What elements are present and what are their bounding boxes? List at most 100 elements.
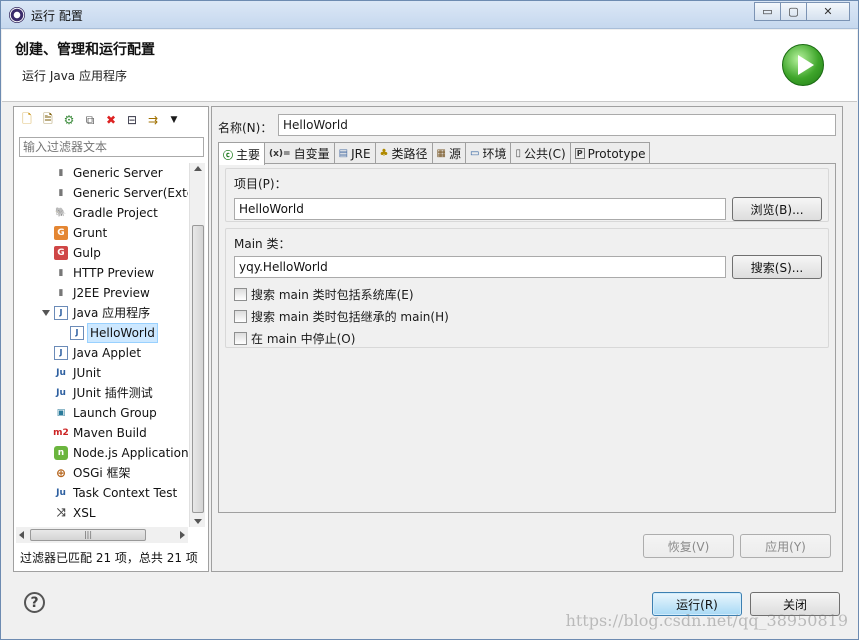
tab-source[interactable]: ▦ 源 xyxy=(431,142,466,164)
header-title: 创建、管理和运行配置 xyxy=(15,42,155,58)
filter-input[interactable] xyxy=(19,137,204,157)
j2ee-icon: ▮ xyxy=(58,288,64,298)
tree-item-java-application[interactable]: J Java 应用程序 xyxy=(16,303,188,323)
tree-item-j2ee-preview[interactable]: ▮ J2EE Preview xyxy=(16,283,188,303)
help-icon[interactable]: ? xyxy=(24,592,45,613)
header-subtitle: 运行 Java 应用程序 xyxy=(22,69,127,83)
minimize-button[interactable]: ▭ xyxy=(754,2,781,21)
dialog-header: 创建、管理和运行配置 运行 Java 应用程序 xyxy=(2,30,857,102)
collapse-all-icon[interactable]: ⊟ xyxy=(123,111,141,129)
main-class-label: Main 类： xyxy=(234,237,291,251)
http-icon: ▮ xyxy=(58,268,64,278)
config-tabs: ⓒ 主要 (x)= 自变量 ▤ JRE ♣ 类路径 ▦ 源 ▭ 环境 ▯ 公共(… xyxy=(218,142,651,165)
checkbox-box[interactable] xyxy=(234,331,247,345)
tree-item-helloworld[interactable]: J HelloWorld xyxy=(16,323,188,343)
tree-item-generic-server[interactable]: ▮ Generic Server xyxy=(16,163,188,183)
launch-group-icon: ▣ xyxy=(56,408,66,418)
tree-vertical-scrollbar[interactable] xyxy=(189,163,205,527)
xsl-icon: ⤨ xyxy=(56,506,66,519)
tree-item-gradle-project[interactable]: 🐘 Gradle Project xyxy=(16,203,188,223)
tab-jre[interactable]: ▤ JRE xyxy=(333,142,376,164)
search-button[interactable]: 搜索(S)... xyxy=(732,255,822,279)
scroll-up-icon[interactable] xyxy=(194,166,202,171)
tab-arguments[interactable]: (x)= 自变量 xyxy=(264,142,335,164)
run-banner-icon xyxy=(782,44,824,86)
tab-common[interactable]: ▯ 公共(C) xyxy=(510,142,571,164)
eclipse-icon xyxy=(9,7,25,23)
grunt-icon: G xyxy=(54,226,68,240)
browse-button[interactable]: 浏览(B)... xyxy=(732,197,822,221)
revert-button[interactable]: 恢复(V) xyxy=(643,534,734,558)
expand-arrow-icon[interactable] xyxy=(42,310,50,316)
tree-item-launch-group[interactable]: ▣ Launch Group xyxy=(16,403,188,423)
run-configurations-window: 运行 配置 ▭ ▢ ✕ 创建、管理和运行配置 运行 Java 应用程序 🗋 🗎 … xyxy=(0,0,859,640)
tab-classpath[interactable]: ♣ 类路径 xyxy=(374,142,433,164)
project-group: 项目(P)： HelloWorld 浏览(B)... xyxy=(225,168,829,222)
tree-horizontal-scrollbar[interactable]: ||| xyxy=(16,527,188,543)
configuration-tree: ▮ Generic Server ▮ Generic Server(Extern… xyxy=(16,163,188,523)
window-title: 运行 配置 xyxy=(31,9,83,23)
tree-item-grunt[interactable]: G Grunt xyxy=(16,223,188,243)
close-window-button[interactable]: ✕ xyxy=(806,2,850,21)
name-field[interactable]: HelloWorld xyxy=(278,114,836,136)
delete-icon[interactable]: ✖ xyxy=(102,111,120,129)
tree-item-junit-plugin-test[interactable]: Ju JUnit 插件测试 xyxy=(16,383,188,403)
horizontal-scroll-thumb[interactable]: ||| xyxy=(30,529,146,541)
tree-item-osgi-framework[interactable]: ⊕ OSGi 框架 xyxy=(16,463,188,483)
export-config-icon[interactable]: ⚙ xyxy=(60,111,78,129)
apply-button[interactable]: 应用(Y) xyxy=(740,534,831,558)
new-prototype-icon[interactable]: 🗎 xyxy=(39,111,57,129)
tree-item-java-applet[interactable]: J Java Applet xyxy=(16,343,188,363)
osgi-icon: ⊕ xyxy=(55,466,67,480)
main-class-group: Main 类： yqy.HelloWorld 搜索(S)... 搜索 main … xyxy=(225,228,829,348)
checkbox-box[interactable] xyxy=(234,287,247,301)
configuration-editor-panel: 名称(N)： HelloWorld ⓒ 主要 (x)= 自变量 ▤ JRE ♣ … xyxy=(211,106,843,572)
jre-icon: ▤ xyxy=(338,148,349,159)
common-icon: ▯ xyxy=(515,148,521,159)
gradle-icon: 🐘 xyxy=(55,208,67,218)
tree-item-junit[interactable]: Ju JUnit xyxy=(16,363,188,383)
filter-icon[interactable]: ⇉ xyxy=(144,111,162,129)
main-class-field[interactable]: yqy.HelloWorld xyxy=(234,256,726,278)
environment-icon: ▭ xyxy=(469,148,480,159)
tree-item-nodejs-application[interactable]: n Node.js Application xyxy=(16,443,188,463)
config-toolbar: 🗋 🗎 ⚙ ⧉ ✖ ⊟ ⇉ ▼ xyxy=(14,107,208,133)
main-tab-content: 项目(P)： HelloWorld 浏览(B)... Main 类： yqy.H… xyxy=(218,163,836,513)
configuration-list-panel: 🗋 🗎 ⚙ ⧉ ✖ ⊟ ⇉ ▼ ▮ Generic Server ▮ Gener… xyxy=(13,106,209,572)
window-controls: ▭ ▢ ✕ xyxy=(754,2,850,21)
maximize-button[interactable]: ▢ xyxy=(780,2,807,21)
tree-item-xsl[interactable]: ⤨ XSL xyxy=(16,503,188,523)
tree-item-gulp[interactable]: G Gulp xyxy=(16,243,188,263)
include-system-libraries-checkbox[interactable]: 搜索 main 类时包括系统库(E) xyxy=(234,286,414,302)
arguments-icon: (x)= xyxy=(269,148,291,159)
tree-item-generic-server-extern[interactable]: ▮ Generic Server(Extern xyxy=(16,183,188,203)
maven-icon: m2 xyxy=(53,428,69,438)
filter-status: 过滤器已匹配 21 项，总共 21 项 xyxy=(20,551,198,565)
include-inherited-mains-checkbox[interactable]: 搜索 main 类时包括继承的 main(H) xyxy=(234,308,449,324)
java-app-icon: J xyxy=(54,306,68,320)
tree-item-maven-build[interactable]: m2 Maven Build xyxy=(16,423,188,443)
project-field[interactable]: HelloWorld xyxy=(234,198,726,220)
tab-main[interactable]: ⓒ 主要 xyxy=(218,142,266,165)
main-tab-icon: ⓒ xyxy=(223,150,233,162)
stop-in-main-checkbox[interactable]: 在 main 中停止(O) xyxy=(234,330,355,346)
gulp-icon: G xyxy=(54,246,68,260)
scroll-right-icon[interactable] xyxy=(180,531,185,539)
applet-icon: J xyxy=(54,346,68,360)
view-menu-icon[interactable]: ▼ xyxy=(165,111,183,129)
scroll-thumb[interactable] xyxy=(192,225,204,513)
classpath-icon: ♣ xyxy=(379,148,389,159)
scroll-left-icon[interactable] xyxy=(19,531,24,539)
tree-item-http-preview[interactable]: ▮ HTTP Preview xyxy=(16,263,188,283)
duplicate-icon[interactable]: ⧉ xyxy=(81,111,99,129)
tab-environment[interactable]: ▭ 环境 xyxy=(464,142,512,164)
project-label: 项目(P)： xyxy=(234,177,287,191)
junit-icon: Ju xyxy=(56,368,66,378)
prototype-icon: P xyxy=(574,148,585,159)
tree-item-task-context-test[interactable]: Ju Task Context Test xyxy=(16,483,188,503)
tab-prototype[interactable]: P Prototype xyxy=(569,142,651,164)
scroll-down-icon[interactable] xyxy=(194,519,202,524)
new-config-icon[interactable]: 🗋 xyxy=(18,111,36,129)
task-icon: Ju xyxy=(56,488,66,498)
checkbox-box[interactable] xyxy=(234,309,247,323)
